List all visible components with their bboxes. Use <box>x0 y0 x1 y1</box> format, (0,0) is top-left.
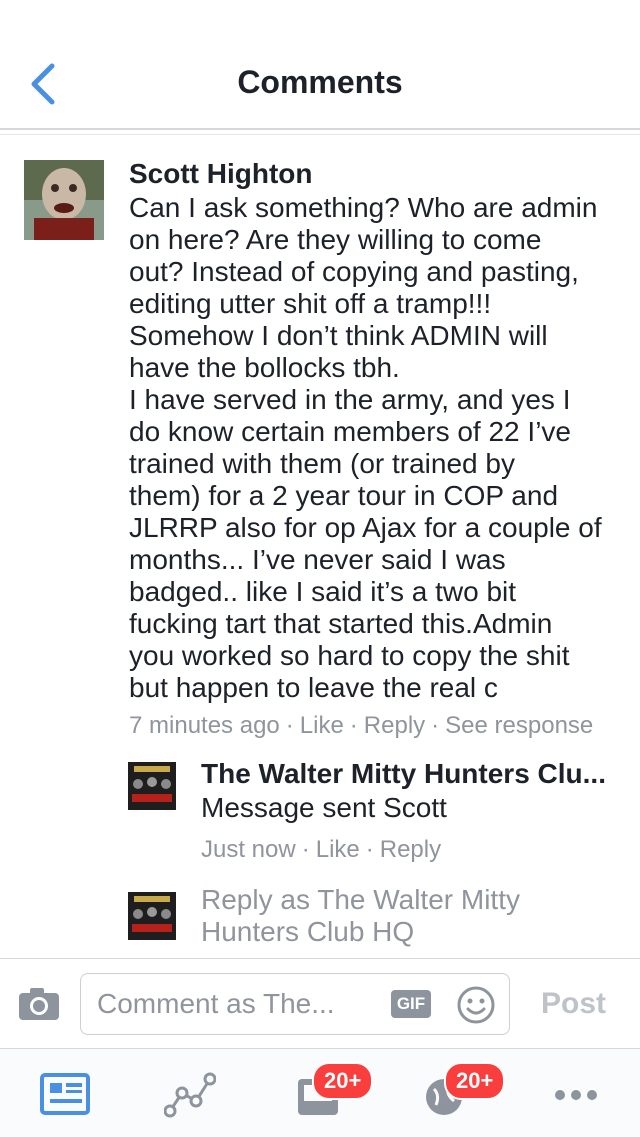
insights-icon[interactable] <box>164 1071 216 1119</box>
notifications-badge: 20+ <box>444 1062 506 1100</box>
reply-author[interactable]: The Walter Mitty Hunters Clu... <box>201 758 621 790</box>
comment-line: Can I ask something? Who are admin <box>129 192 598 223</box>
header-bar: Comments <box>0 0 640 130</box>
news-feed-icon[interactable] <box>40 1071 92 1119</box>
comment-line: do know certain members of 22 I’ve <box>129 416 571 447</box>
comment-line: editing utter shit off a tramp!!! <box>129 288 492 319</box>
reply-like-link[interactable]: Like <box>316 836 360 863</box>
comment-line: you worked so hard to copy the shit <box>129 640 570 671</box>
page-avatar-image <box>128 762 176 810</box>
comment-line: but happen to leave the real c <box>129 672 498 703</box>
avatar[interactable] <box>24 160 104 240</box>
reply-as-avatar <box>128 892 176 940</box>
comment-line: months... I’ve never said I was <box>129 544 506 575</box>
page-avatar-image <box>128 892 176 940</box>
reply-time: Just now <box>201 836 296 863</box>
more-icon[interactable] <box>552 1071 604 1119</box>
comment-placeholder: Comment as The... <box>97 988 335 1019</box>
reply-meta: Just now · Like · Reply <box>201 836 442 863</box>
comment-meta: 7 minutes ago · Like · Reply · See response <box>129 712 594 740</box>
gif-button[interactable]: GIF <box>391 990 431 1018</box>
comment-body: Can I ask something? Who are admin on he… <box>129 192 629 704</box>
reply-as-text[interactable]: Reply as The Walter Mitty Hunters Club H… <box>201 884 520 948</box>
comment-line: them) for a 2 year tour in COP and <box>129 480 559 511</box>
comment-line: fucking tart that started this.Admin <box>129 608 553 639</box>
comment-line: I have served in the army, and yes I <box>129 384 571 415</box>
comment-line: badged.. like I said it’s a two bit <box>129 576 517 607</box>
comment-input[interactable]: Comment as The... GIF <box>80 973 510 1035</box>
avatar-image <box>24 160 104 240</box>
tab-bar: 20+ 20+ <box>0 1048 640 1137</box>
reply-as-line: Hunters Club HQ <box>201 916 415 947</box>
comment-line: on here? Are they willing to come <box>129 224 542 255</box>
divider <box>0 134 640 135</box>
reply-avatar[interactable] <box>128 762 176 810</box>
page-title: Comments <box>237 64 403 100</box>
reply-as-line: Reply as The Walter Mitty <box>201 884 520 915</box>
see-response-link[interactable]: See response <box>445 712 593 740</box>
comment-line: JLRRP also for op Ajax for a couple of <box>129 512 602 543</box>
reply-link[interactable]: Reply <box>364 712 425 740</box>
comment-line: have the bollocks tbh. <box>129 352 400 383</box>
comment-line: Somehow I don’t think ADMIN will <box>129 320 548 351</box>
camera-icon[interactable] <box>18 987 60 1021</box>
emoji-icon[interactable] <box>457 986 495 1024</box>
post-button[interactable]: Post <box>541 987 606 1021</box>
comment-line: trained with them (or trained by <box>129 448 515 479</box>
comment-composer: Comment as The... GIF Post <box>0 958 640 1049</box>
comment-author[interactable]: Scott Highton <box>129 158 313 190</box>
comment-time: 7 minutes ago <box>129 712 280 739</box>
reply-reply-link[interactable]: Reply <box>380 836 441 863</box>
reply-text: Message sent Scott <box>201 792 447 823</box>
inbox-badge: 20+ <box>312 1062 374 1100</box>
comment-line: out? Instead of copying and pasting, <box>129 256 579 287</box>
like-link[interactable]: Like <box>300 712 344 740</box>
